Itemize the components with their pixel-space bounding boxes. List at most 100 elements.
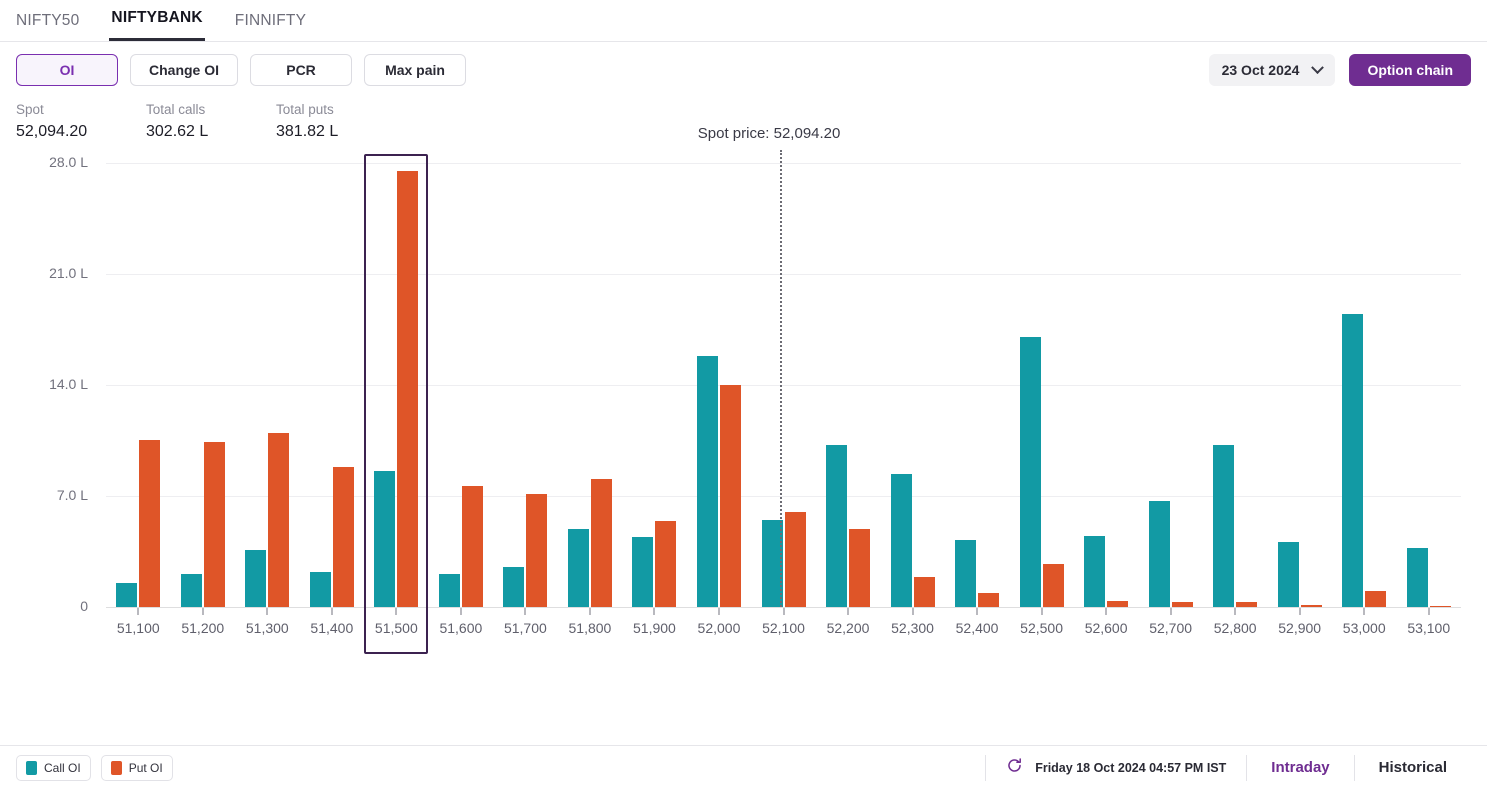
call-oi-bar[interactable] xyxy=(826,445,848,607)
call-oi-bar[interactable] xyxy=(696,356,718,607)
metric-button-change-oi[interactable]: Change OI xyxy=(130,54,239,86)
call-oi-bar[interactable] xyxy=(438,573,460,607)
x-axis-tick xyxy=(976,608,979,615)
x-axis-tick xyxy=(847,608,850,615)
call-oi-bar[interactable] xyxy=(955,540,977,607)
put-oi-bar[interactable] xyxy=(1107,600,1129,607)
call-oi-bar[interactable] xyxy=(1019,337,1041,607)
footer-right: Friday 18 Oct 2024 04:57 PM IST Intraday… xyxy=(985,754,1471,782)
x-axis-tick xyxy=(330,608,333,615)
x-axis-tick xyxy=(1105,608,1108,615)
call-oi-bar[interactable] xyxy=(1342,313,1364,607)
put-oi-bar[interactable] xyxy=(526,494,548,607)
metric-button-max-pain[interactable]: Max pain xyxy=(364,54,467,86)
stat-total-calls-value: 302.62 L xyxy=(146,123,209,140)
tab-nifty50[interactable]: NIFTY50 xyxy=(14,12,81,41)
call-oi-bar[interactable] xyxy=(1213,445,1235,607)
spot-price-line xyxy=(779,150,782,607)
put-oi-swatch xyxy=(110,760,122,775)
metric-button-group: OI Change OI PCR Max pain xyxy=(16,54,467,86)
x-axis-tick xyxy=(782,608,785,615)
put-oi-bar[interactable] xyxy=(978,592,1000,607)
put-oi-bar[interactable] xyxy=(1300,605,1322,607)
gridline xyxy=(106,162,1461,164)
call-oi-bar[interactable] xyxy=(567,529,589,607)
put-oi-bar[interactable] xyxy=(1365,591,1387,607)
x-axis-tick xyxy=(395,608,398,615)
put-oi-bar[interactable] xyxy=(268,432,290,607)
x-axis-tick xyxy=(201,608,204,615)
call-oi-bar[interactable] xyxy=(1084,535,1106,607)
option-chain-button[interactable]: Option chain xyxy=(1349,54,1471,86)
call-oi-bar[interactable] xyxy=(245,549,267,607)
x-axis-tick xyxy=(137,608,140,615)
gridline xyxy=(106,495,1461,497)
put-oi-bar[interactable] xyxy=(203,442,225,607)
call-oi-bar[interactable] xyxy=(180,573,202,607)
x-axis-tick xyxy=(1234,608,1237,615)
legend-item-put-oi-label: Put OI xyxy=(128,760,163,775)
last-updated-timestamp: Friday 18 Oct 2024 04:57 PM IST xyxy=(1035,760,1227,775)
metric-button-oi[interactable]: OI xyxy=(16,54,118,86)
x-axis-tick xyxy=(266,608,269,615)
x-axis-tick xyxy=(911,608,914,615)
put-oi-bar[interactable] xyxy=(461,486,483,607)
expiry-date-value: 23 Oct 2024 xyxy=(1221,62,1300,78)
oi-chart: 0 7.0 L 14.0 L 21.0 L 28.0 L 51,100 51,200 51,3… xyxy=(0,125,1487,715)
call-oi-bar[interactable] xyxy=(374,470,396,607)
x-axis-tick xyxy=(1363,608,1366,615)
put-oi-bar[interactable] xyxy=(590,478,612,607)
put-oi-bar[interactable] xyxy=(397,170,419,607)
call-oi-bar[interactable] xyxy=(890,473,912,607)
expiry-date-select[interactable]: 23 Oct 2024 xyxy=(1208,54,1336,86)
stat-spot: Spot 52,094.20 xyxy=(16,100,146,144)
call-oi-bar[interactable] xyxy=(632,537,654,607)
call-oi-bar[interactable] xyxy=(1406,548,1428,607)
tab-finnifty[interactable]: FINNIFTY xyxy=(233,12,308,41)
y-axis-tick-label: 0 xyxy=(80,598,88,614)
x-axis-tick xyxy=(653,608,656,615)
put-oi-bar[interactable] xyxy=(913,576,935,607)
put-oi-bar[interactable] xyxy=(1171,602,1193,607)
put-oi-bar[interactable] xyxy=(1429,606,1451,607)
x-axis-tick-label[interactable]: 53,100 xyxy=(1390,620,1468,636)
y-axis-tick-label: 14.0 L xyxy=(49,375,88,392)
x-axis-tick xyxy=(1169,608,1172,615)
tab-niftybank[interactable]: NIFTYBANK xyxy=(109,9,205,41)
right-controls: 23 Oct 2024 Option chain xyxy=(1208,54,1471,86)
y-axis-tick-label: 7.0 L xyxy=(56,486,88,503)
call-oi-bar[interactable] xyxy=(1148,500,1170,607)
legend-item-call-oi[interactable]: Call OI xyxy=(16,754,91,781)
footer-link-historical[interactable]: Historical xyxy=(1355,759,1471,776)
put-oi-bar[interactable] xyxy=(655,521,677,607)
footer-link-intraday[interactable]: Intraday xyxy=(1247,759,1353,776)
put-oi-bar[interactable] xyxy=(1236,602,1258,607)
call-oi-swatch xyxy=(26,760,37,775)
put-oi-bar[interactable] xyxy=(719,384,741,607)
put-oi-bar[interactable] xyxy=(784,511,806,607)
y-axis-tick-label: 28.0 L xyxy=(49,153,88,170)
metric-button-pcr[interactable]: PCR xyxy=(250,54,353,86)
call-oi-bar[interactable] xyxy=(503,567,525,607)
x-axis-tick xyxy=(717,608,720,615)
chevron-down-icon xyxy=(1311,60,1325,74)
call-oi-bar[interactable] xyxy=(1277,541,1299,607)
legend-item-put-oi[interactable]: Put OI xyxy=(100,754,173,781)
refresh-area[interactable]: Friday 18 Oct 2024 04:57 PM IST xyxy=(986,757,1246,779)
refresh-icon[interactable] xyxy=(1006,757,1023,779)
index-tabbar: NIFTY50 NIFTYBANK FINNIFTY xyxy=(0,0,1487,42)
put-oi-bar[interactable] xyxy=(332,467,354,607)
stat-total-calls-label: Total calls xyxy=(146,102,206,117)
chart-footer: Call OI Put OI Friday 18 Oct 2024 04:57 … xyxy=(0,745,1487,789)
call-oi-bar[interactable] xyxy=(309,572,331,607)
stat-total-puts: Total puts 381.82 L xyxy=(276,100,406,144)
stat-spot-label: Spot xyxy=(16,102,44,117)
x-axis-tick xyxy=(1427,608,1430,615)
gridline xyxy=(106,384,1461,386)
x-axis-tick xyxy=(459,608,462,615)
put-oi-bar[interactable] xyxy=(139,440,161,607)
put-oi-bar[interactable] xyxy=(849,529,871,607)
put-oi-bar[interactable] xyxy=(1042,564,1064,607)
call-oi-bar[interactable] xyxy=(116,583,138,607)
stat-total-puts-label: Total puts xyxy=(276,102,334,117)
